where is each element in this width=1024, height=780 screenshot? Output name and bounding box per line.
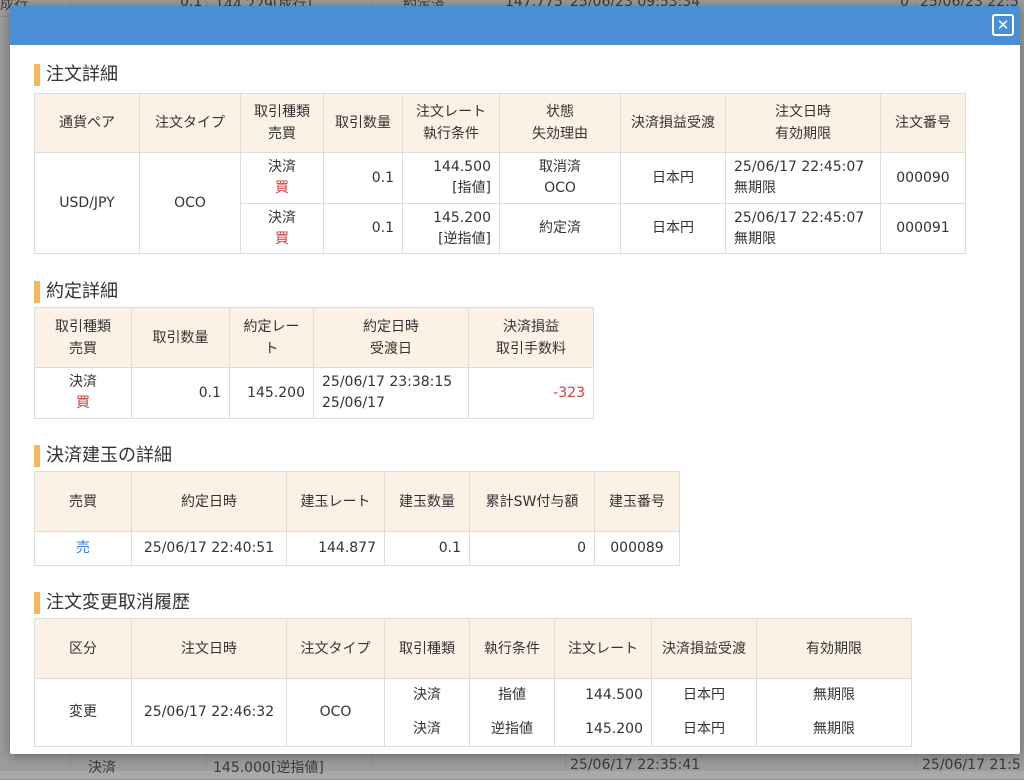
header-date: 約定日時 [131, 471, 287, 532]
cell-status: 約定済 [499, 203, 621, 254]
header-date: 注文日時 [131, 618, 287, 679]
order-detail-table: 通貨ペア 注文タイプ 取引種類 売買 取引数量 注文レート 執行条件 状態 失効理由 … [34, 93, 966, 254]
cell-qty: 0.1 [384, 531, 470, 566]
header-side: 売買 [34, 471, 132, 532]
cell-expiry: 無期限 [756, 678, 912, 713]
header-pl: 決済損益 取引手数料 [468, 307, 594, 368]
section-title-order-detail: 注文詳細 [34, 62, 118, 88]
table-row: 売 25/06/17 22:40:51 144.877 0.1 0 000089 [34, 531, 680, 566]
header-expiry: 有効期限 [756, 618, 912, 679]
header-rate: 注文レート 執行条件 [402, 93, 500, 153]
cell-pl-settle: 日本円 [620, 203, 726, 254]
cell-date: 25/06/17 22:45:07 無期限 [725, 203, 881, 254]
order-detail-modal: ✕ 注文詳細 通貨ペア 注文タイプ 取引種類 売買 取引数量 注文レート 執行条件 … [10, 6, 1020, 754]
header-trade-kind: 取引種類 売買 [34, 307, 132, 368]
modal-header: ✕ [10, 6, 1020, 45]
header-qty: 取引数量 [131, 307, 230, 368]
header-trade-kind: 取引種類 [384, 618, 470, 679]
cell-pl-settle: 日本円 [651, 678, 757, 713]
cell-order-type: OCO [286, 678, 385, 747]
header-trade-kind: 取引種類 売買 [240, 93, 324, 153]
header-order-no: 注文番号 [880, 93, 966, 153]
header-pair: 通貨ペア [34, 93, 140, 153]
cell-trade-kind: 決済買 [240, 203, 324, 254]
section-title-execution-detail: 約定詳細 [34, 279, 118, 305]
table-header-row: 売買 約定日時 建玉レート 建玉数量 累計SW付与額 建玉番号 [34, 471, 680, 532]
cell-date: 25/06/17 22:46:32 [131, 678, 287, 747]
header-category: 区分 [34, 618, 132, 679]
table-header-row: 通貨ペア 注文タイプ 取引種類 売買 取引数量 注文レート 執行条件 状態 失効理由 … [34, 93, 966, 153]
cell-expiry: 無期限 [756, 712, 912, 747]
cell-order-type: OCO [139, 152, 241, 254]
cell-rate: 144.500 [指値] [402, 152, 500, 204]
cell-qty: 0.1 [131, 367, 230, 419]
header-pl-settle: 決済損益受渡 [620, 93, 726, 153]
cell-rate: 144.500 [554, 678, 652, 713]
header-order-type: 注文タイプ [286, 618, 385, 679]
header-qty: 建玉数量 [384, 471, 470, 532]
side-buy: 買 [76, 395, 90, 411]
header-cond: 執行条件 [469, 618, 555, 679]
cell-cond: 逆指値 [469, 712, 555, 747]
cell-pl-settle: 日本円 [651, 712, 757, 747]
header-status: 状態 失効理由 [499, 93, 621, 153]
header-date: 約定日時 受渡日 [313, 307, 469, 368]
section-title-change-history: 注文変更取消履歴 [34, 590, 190, 616]
cell-date: 25/06/17 22:40:51 [131, 531, 287, 566]
cell-trade-kind: 決済買 [34, 367, 132, 419]
header-rate: 注文レート [554, 618, 652, 679]
header-pl-settle: 決済損益受渡 [651, 618, 757, 679]
close-button[interactable]: ✕ [992, 14, 1014, 36]
background-cell: 決済 [88, 760, 116, 776]
header-date: 注文日時 有効期限 [725, 93, 881, 153]
position-detail-table: 売買 約定日時 建玉レート 建玉数量 累計SW付与額 建玉番号 売 25/06/… [34, 471, 680, 566]
cell-trade-kind: 決済買 [240, 152, 324, 204]
table-row: 決済買 0.1 145.200 25/06/17 23:38:15 25/06/1… [34, 367, 594, 419]
cell-rate: 145.200 [逆指値] [402, 203, 500, 254]
table-row: USD/JPY OCO 決済買 0.1 144.500 [指値] 取消済 OCO 日… [34, 152, 966, 254]
header-rate: 約定レート [229, 307, 314, 368]
background-cell: 145.000[逆指値] [213, 760, 324, 776]
cell-pair: USD/JPY [34, 152, 140, 254]
header-rate: 建玉レート [286, 471, 385, 532]
table-header-row: 取引種類 売買 取引数量 約定レート 約定日時 受渡日 決済損益 取引手数料 [34, 307, 594, 368]
change-history-table: 区分 注文日時 注文タイプ 取引種類 執行条件 注文レート 決済損益受渡 有効期… [34, 618, 912, 747]
cell-rate: 145.200 [229, 367, 314, 419]
cell-order-no: 000090 [880, 152, 966, 204]
execution-detail-table: 取引種類 売買 取引数量 約定レート 約定日時 受渡日 決済損益 取引手数料 決済買 … [34, 307, 594, 419]
cell-trade-kind: 決済 [384, 678, 470, 713]
header-swap: 累計SW付与額 [469, 471, 595, 532]
cell-side-sell: 売 [34, 531, 132, 566]
cell-position-no: 000089 [594, 531, 680, 566]
cell-swap: 0 [469, 531, 595, 566]
modal-body: 注文詳細 通貨ペア 注文タイプ 取引種類 売買 取引数量 注文レート 執行条件 状態… [10, 45, 1020, 754]
cell-pl-settle: 日本円 [620, 152, 726, 204]
cell-trade-kind: 決済 [384, 712, 470, 747]
header-order-type: 注文タイプ [139, 93, 241, 153]
cell-category: 変更 [34, 678, 132, 747]
cell-date: 25/06/17 22:45:07 無期限 [725, 152, 881, 204]
header-qty: 取引数量 [323, 93, 403, 153]
section-title-position-detail: 決済建玉の詳細 [34, 443, 172, 469]
table-header-row: 区分 注文日時 注文タイプ 取引種類 執行条件 注文レート 決済損益受渡 有効期… [34, 618, 912, 679]
cell-rate: 144.877 [286, 531, 385, 566]
cell-status: 取消済 OCO [499, 152, 621, 204]
side-buy: 買 [275, 180, 289, 196]
cell-cond: 指値 [469, 678, 555, 713]
cell-date: 25/06/17 23:38:15 25/06/17 [313, 367, 469, 419]
cell-order-no: 000091 [880, 203, 966, 254]
background-row: 決済 145.000[逆指値] 25/06/17 22:35:41 25/06/… [0, 757, 1024, 780]
cell-qty: 0.1 [323, 203, 403, 254]
cell-qty: 0.1 [323, 152, 403, 204]
cell-pl: -323 [468, 367, 594, 419]
header-position-no: 建玉番号 [594, 471, 680, 532]
table-row: 変更 25/06/17 22:46:32 OCO 決済 指値 144.500 日… [34, 678, 912, 747]
cell-rate: 145.200 [554, 712, 652, 747]
side-buy: 買 [275, 230, 289, 247]
